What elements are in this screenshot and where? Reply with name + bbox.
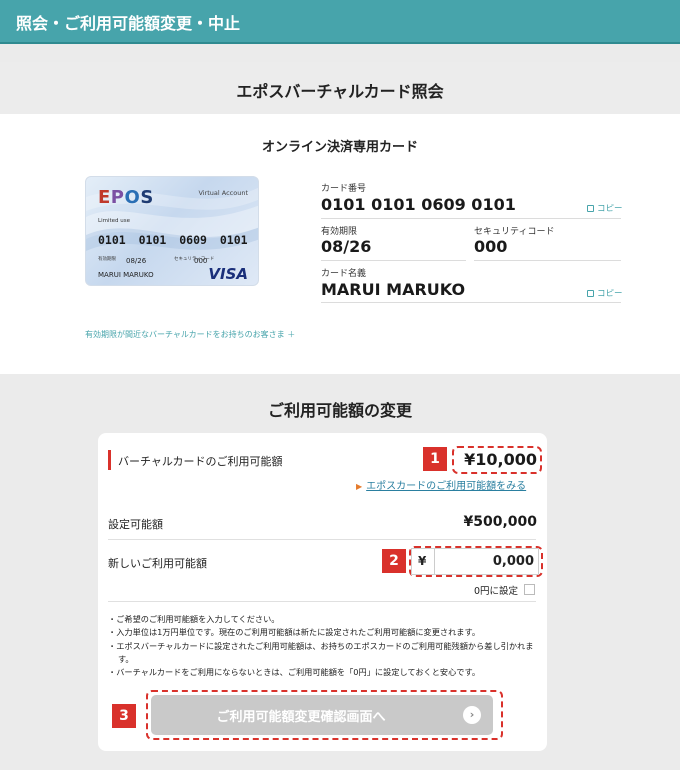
note-item: ・ご希望のご利用可能額を入力してください。 bbox=[108, 614, 280, 624]
card-type-text: Virtual Account bbox=[198, 189, 248, 197]
limit-change-panel: バーチャルカードのご利用可能額 1 ¥10,000 ▶ エポスカードのご利用可能額… bbox=[98, 433, 547, 751]
page-title: 照会・ご利用可能額変更・中止 bbox=[16, 14, 241, 33]
current-limit-label: バーチャルカードのご利用可能額 bbox=[118, 455, 283, 468]
expiry-label: 有効期限 bbox=[321, 227, 358, 237]
expiry-value: 08/26 bbox=[321, 237, 372, 256]
card-inquiry-title: エポスバーチャルカード照会 bbox=[236, 82, 444, 101]
card-subtitle: オンライン決済専用カード bbox=[261, 140, 418, 155]
note-item: ・バーチャルカードをご利用にならないときは、ご利用可能額を「0円」に設定しておく… bbox=[108, 667, 481, 678]
card-name-label: カード名義 bbox=[321, 269, 367, 279]
step-badge-2: 2 bbox=[382, 549, 406, 573]
card-image-expiry: 08/26 bbox=[126, 257, 147, 265]
virtual-card-image: EPOS Virtual Account Limited use 0101 01… bbox=[85, 176, 259, 286]
divider bbox=[321, 302, 621, 303]
new-limit-label: 新しいご利用可能額 bbox=[108, 557, 207, 570]
divider bbox=[108, 601, 536, 602]
settable-limit-value: ¥500,000 bbox=[463, 514, 537, 530]
top-bar: 照会・ご利用可能額変更・中止 bbox=[0, 0, 680, 44]
card-limited-text: Limited use bbox=[98, 218, 130, 224]
note-item: ・入力単位は1万円単位です。現在のご利用可能額は新たに設定されたご利用可能額に変… bbox=[108, 627, 481, 638]
view-epos-limit-label: エポスカードのご利用可能額をみる bbox=[366, 481, 527, 492]
security-code-value: 000 bbox=[474, 237, 508, 256]
divider bbox=[321, 260, 466, 261]
security-code-label: セキュリティコード bbox=[474, 227, 555, 237]
card-name-value: MARUI MARUKO bbox=[321, 280, 466, 299]
triangle-right-icon: ▶ bbox=[356, 482, 363, 491]
card-inquiry-body: オンライン決済専用カード EPOS Virtual Account Limite… bbox=[0, 114, 680, 374]
notes-list: ・ご希望のご利用可能額を入力してください。 ・入力単位は1万円単位です。現在のご… bbox=[108, 613, 538, 679]
card-inquiry-header: エポスバーチャルカード照会 bbox=[0, 62, 680, 114]
expiring-card-notice-link[interactable]: 有効期限が間近なバーチャルカードをお持ちのお客さま ＋ bbox=[85, 329, 295, 340]
step-badge-1: 1 bbox=[423, 447, 447, 471]
limit-change-title: ご利用可能額の変更 bbox=[267, 401, 412, 420]
settable-limit-label: 設定可能額 bbox=[108, 518, 163, 531]
chevron-right-icon: › bbox=[463, 706, 481, 724]
copy-label: コピー bbox=[597, 204, 623, 214]
zero-setting-checkbox[interactable] bbox=[524, 584, 535, 595]
note-item: ・エポスバーチャルカードに設定されたご利用可能額は、お持ちのエポスカードのご利用… bbox=[108, 640, 534, 664]
copy-icon bbox=[587, 205, 594, 212]
divider bbox=[321, 218, 621, 219]
yen-prefix: ¥ bbox=[418, 554, 427, 568]
card-image-expiry-label: 有効期限 bbox=[98, 257, 116, 262]
copy-icon bbox=[587, 290, 594, 297]
current-limit-value: ¥10,000 bbox=[464, 450, 537, 469]
divider bbox=[108, 539, 536, 540]
card-image-number: 0101 0101 0609 0101 bbox=[98, 233, 248, 247]
card-number-label: カード番号 bbox=[321, 184, 367, 194]
epos-logo: EPOS bbox=[98, 187, 154, 208]
visa-logo: VISA bbox=[208, 265, 248, 283]
copy-card-name-button[interactable]: コピー bbox=[587, 287, 623, 299]
zero-setting-label: 0円に設定 bbox=[474, 586, 519, 597]
input-separator bbox=[434, 549, 435, 574]
card-image-security: 000 bbox=[194, 257, 208, 265]
accent-bar bbox=[108, 450, 111, 470]
divider bbox=[474, 260, 621, 261]
copy-label: コピー bbox=[597, 289, 623, 299]
card-number-value: 0101 0101 0609 0101 bbox=[321, 195, 516, 214]
step-badge-3: 3 bbox=[112, 704, 136, 728]
view-epos-limit-link[interactable]: ▶ エポスカードのご利用可能額をみる bbox=[356, 477, 526, 492]
confirm-change-button[interactable]: ご利用可能額変更確認画面へ › bbox=[151, 695, 493, 735]
new-limit-input[interactable]: ¥ 0,000 bbox=[411, 548, 539, 575]
new-limit-value: 0,000 bbox=[492, 554, 534, 569]
copy-card-number-button[interactable]: コピー bbox=[587, 202, 623, 214]
confirm-change-label: ご利用可能額変更確認画面へ bbox=[216, 710, 386, 725]
card-image-name: MARUI MARUKO bbox=[98, 271, 154, 279]
